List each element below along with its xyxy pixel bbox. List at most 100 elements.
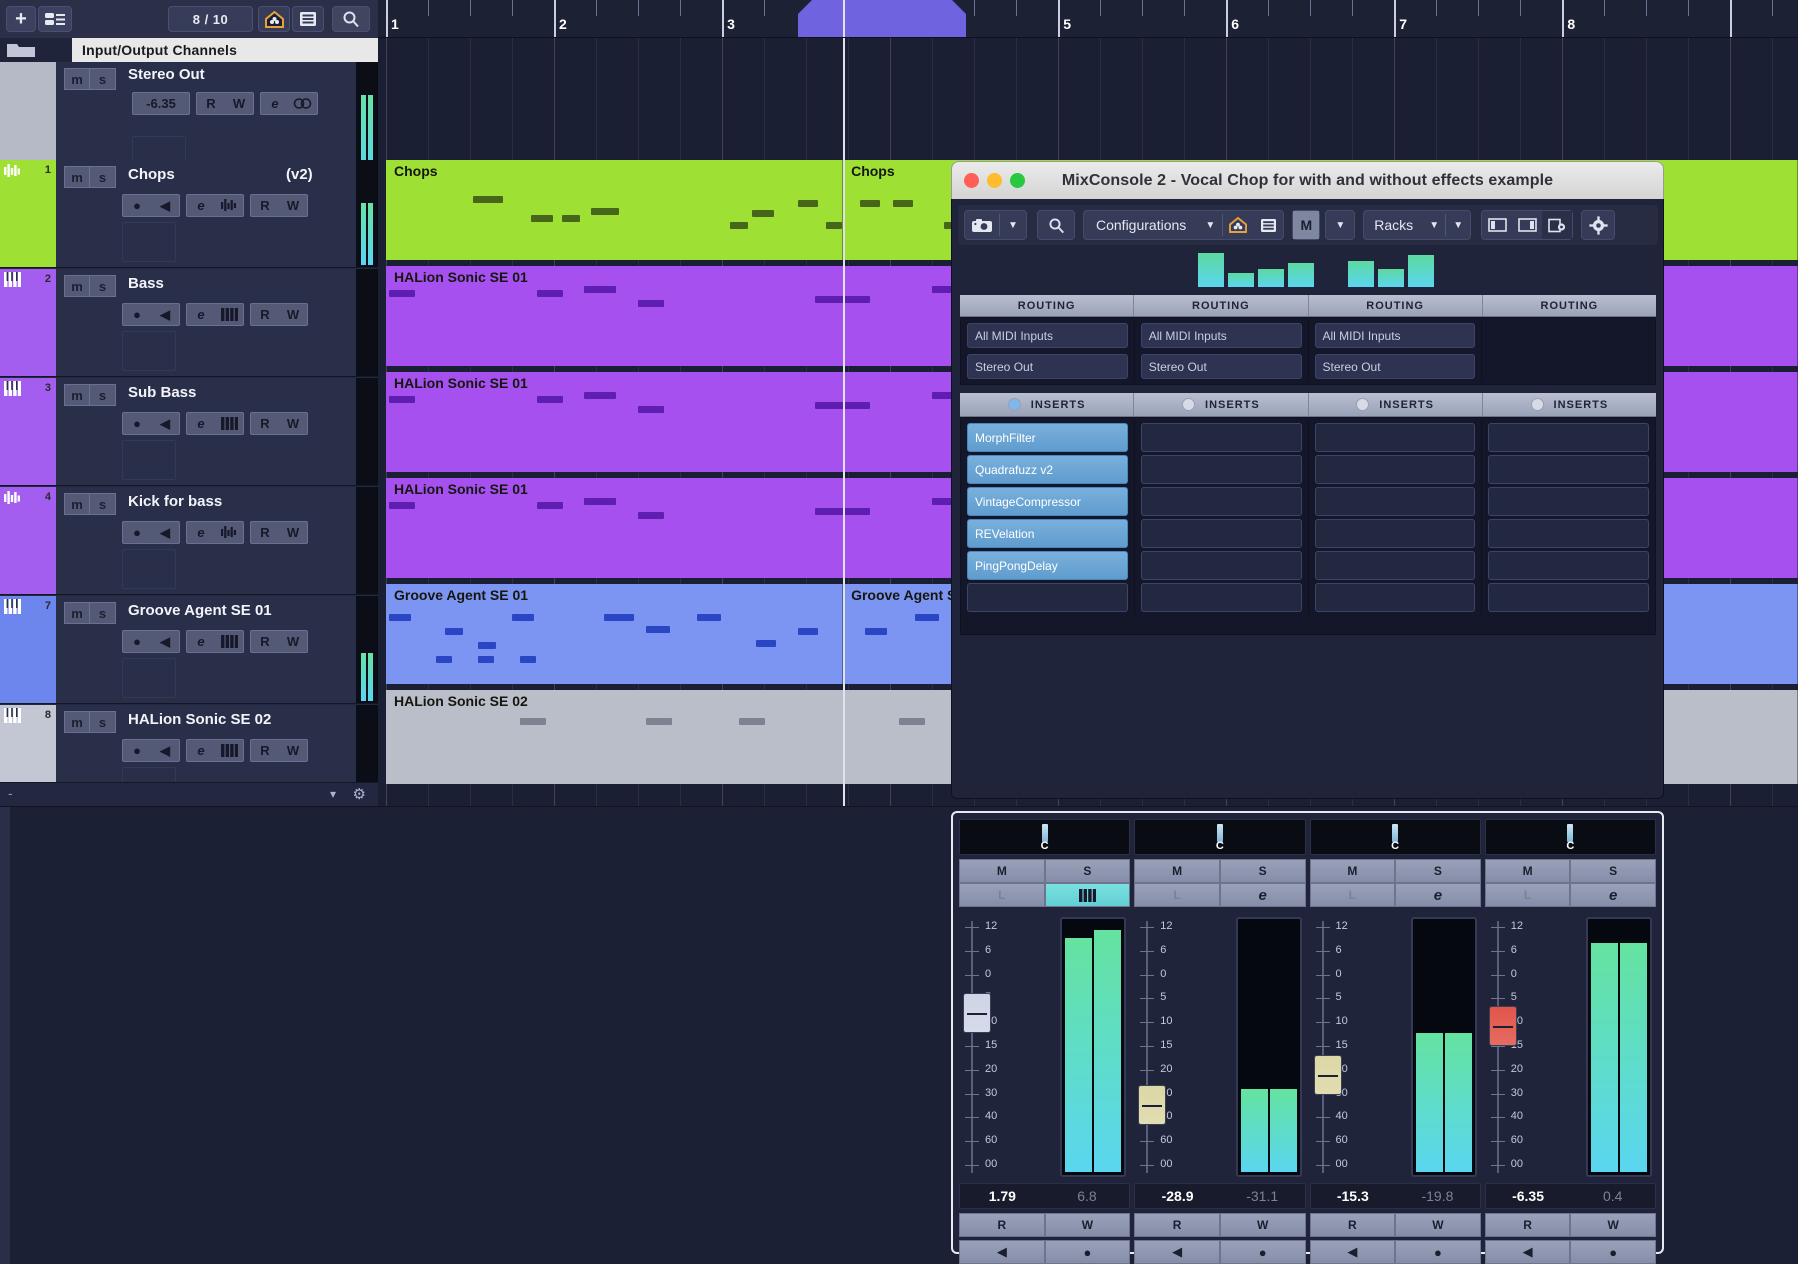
read-button[interactable]: R bbox=[197, 93, 225, 114]
configurations-label[interactable]: Configurations bbox=[1084, 211, 1198, 239]
monitor-button[interactable]: ◀ bbox=[151, 631, 179, 652]
write-button[interactable]: W bbox=[225, 93, 253, 114]
insert-slot[interactable] bbox=[1140, 519, 1302, 548]
record-enable-button[interactable]: ● bbox=[1219, 1240, 1306, 1264]
edit-channel-button[interactable]: e bbox=[187, 631, 215, 652]
search-icon[interactable] bbox=[332, 6, 370, 32]
mixconsole-titlebar[interactable]: MixConsole 2 - Vocal Chop for with and w… bbox=[951, 161, 1664, 199]
edit-channel-button[interactable]: e bbox=[187, 304, 215, 325]
meter-mode-label[interactable]: M bbox=[1293, 211, 1320, 239]
fader-handle[interactable] bbox=[963, 993, 991, 1033]
routing-input-slot[interactable]: All MIDI Inputs bbox=[1140, 323, 1302, 348]
racks-label[interactable]: Racks bbox=[1364, 211, 1423, 239]
track-color-strip[interactable]: 2 bbox=[0, 269, 56, 376]
track-color-strip[interactable]: 4 bbox=[0, 487, 56, 594]
edit-channel-button[interactable]: e bbox=[187, 522, 215, 543]
playhead[interactable] bbox=[843, 38, 846, 806]
record-enable-button[interactable]: ● bbox=[1570, 1240, 1656, 1264]
track-row-groove-agent-se-01[interactable]: 7 m s Groove Agent SE 01 ● ◀ e R W bbox=[0, 596, 378, 704]
solo-button[interactable]: s bbox=[90, 493, 116, 515]
fader-rail[interactable] bbox=[1321, 921, 1324, 1173]
fold-tracks-icon[interactable] bbox=[38, 6, 72, 32]
read-automation-button[interactable]: R bbox=[1134, 1213, 1220, 1237]
inserts-header-cell[interactable]: INSERTS bbox=[1483, 393, 1656, 416]
track-count-field[interactable]: 8 / 10 bbox=[168, 6, 253, 32]
audio-icon[interactable] bbox=[215, 522, 243, 543]
insert-slot[interactable]: PingPongDelay bbox=[967, 551, 1128, 580]
solo-button[interactable]: s bbox=[90, 602, 116, 624]
insert-slot[interactable]: REVelation bbox=[967, 519, 1128, 548]
camera-chevron-down-icon[interactable]: ▼ bbox=[1000, 211, 1026, 239]
home-icon[interactable] bbox=[1223, 211, 1253, 239]
fader-handle[interactable] bbox=[1488, 1006, 1517, 1047]
write-automation-button[interactable]: W bbox=[1044, 1213, 1131, 1237]
insert-slot[interactable] bbox=[1140, 551, 1302, 580]
value-readout[interactable]: -6.35 0.4 bbox=[1484, 1183, 1656, 1209]
keys-icon[interactable] bbox=[215, 740, 243, 761]
listen-button[interactable]: L bbox=[1484, 883, 1571, 907]
list-icon[interactable] bbox=[292, 6, 324, 32]
read-button[interactable]: R bbox=[251, 522, 279, 543]
track-empty-slot[interactable] bbox=[122, 549, 176, 589]
mini-meter-overview[interactable] bbox=[958, 251, 1658, 289]
inserts-bypass-led[interactable] bbox=[1356, 398, 1370, 411]
pan-control[interactable]: C bbox=[1309, 819, 1481, 855]
insert-slot[interactable] bbox=[1314, 423, 1476, 452]
solo-button[interactable]: S bbox=[1219, 859, 1306, 883]
read-button[interactable]: R bbox=[251, 740, 279, 761]
record-enable-button[interactable]: ● bbox=[1395, 1240, 1481, 1264]
track-color-strip[interactable]: 3 bbox=[0, 378, 56, 485]
mute-button[interactable]: m bbox=[64, 384, 90, 406]
monitor-button[interactable]: ◀ bbox=[151, 740, 179, 761]
routing-header-cell[interactable]: ROUTING bbox=[1134, 295, 1309, 316]
write-automation-button[interactable]: W bbox=[1219, 1213, 1306, 1237]
gear-icon[interactable] bbox=[1582, 211, 1614, 239]
racks-chevron-down-icon[interactable]: ▼ bbox=[1423, 211, 1445, 239]
clip[interactable]: Groove Agent SE 01 bbox=[386, 584, 844, 684]
fader-handle[interactable] bbox=[1313, 1054, 1342, 1095]
mute-button[interactable]: m bbox=[64, 602, 90, 624]
settings-group[interactable] bbox=[1581, 210, 1616, 240]
insert-slot[interactable] bbox=[1314, 551, 1476, 580]
routing-input-slot[interactable]: All MIDI Inputs bbox=[1314, 323, 1476, 348]
meter-mode-chevron-group[interactable]: ▼ bbox=[1325, 210, 1356, 240]
mute-button[interactable]: m bbox=[64, 493, 90, 515]
pan-control[interactable]: C bbox=[1134, 819, 1306, 855]
insert-slot[interactable]: MorphFilter bbox=[967, 423, 1128, 452]
solo-button[interactable]: s bbox=[90, 166, 116, 188]
write-button[interactable]: W bbox=[279, 413, 307, 434]
monitor-button[interactable]: ◀ bbox=[1134, 1240, 1220, 1264]
listen-button[interactable]: L bbox=[1309, 883, 1396, 907]
edit-instrument-button[interactable] bbox=[1044, 883, 1131, 907]
gear-icon[interactable]: ⚙ bbox=[353, 785, 366, 803]
record-enable-button[interactable]: ● bbox=[123, 304, 151, 325]
read-automation-button[interactable]: R bbox=[1309, 1213, 1396, 1237]
audio-icon[interactable] bbox=[215, 195, 243, 216]
configurations-chevron-down-icon[interactable]: ▼ bbox=[1198, 211, 1222, 239]
keys-icon[interactable] bbox=[215, 413, 243, 434]
read-automation-button[interactable]: R bbox=[1484, 1213, 1571, 1237]
monitor-button[interactable]: ◀ bbox=[151, 522, 179, 543]
write-button[interactable]: W bbox=[279, 522, 307, 543]
track-empty-slot[interactable] bbox=[122, 440, 176, 480]
edit-channel-button[interactable]: e bbox=[187, 195, 215, 216]
insert-slot[interactable] bbox=[1314, 519, 1476, 548]
write-button[interactable]: W bbox=[279, 740, 307, 761]
insert-slot[interactable] bbox=[1488, 551, 1649, 580]
inserts-bypass-led[interactable] bbox=[1007, 398, 1021, 411]
monitor-button[interactable]: ◀ bbox=[151, 413, 179, 434]
read-button[interactable]: R bbox=[251, 631, 279, 652]
listen-button[interactable]: L bbox=[1134, 883, 1220, 907]
read-button[interactable]: R bbox=[251, 413, 279, 434]
pan-control[interactable]: C bbox=[1484, 819, 1656, 855]
volume-field[interactable]: -6.35 bbox=[132, 92, 190, 115]
monitor-button[interactable]: ◀ bbox=[1484, 1240, 1571, 1264]
write-button[interactable]: W bbox=[279, 631, 307, 652]
insert-slot[interactable]: VintageCompressor bbox=[967, 487, 1128, 516]
value-readout[interactable]: -15.3 -19.8 bbox=[1309, 1183, 1481, 1209]
insert-slot[interactable] bbox=[1140, 583, 1302, 612]
list-icon[interactable] bbox=[1253, 211, 1283, 239]
listen-button[interactable]: L bbox=[959, 883, 1045, 907]
keys-icon[interactable] bbox=[215, 631, 243, 652]
insert-slot[interactable] bbox=[1140, 487, 1302, 516]
